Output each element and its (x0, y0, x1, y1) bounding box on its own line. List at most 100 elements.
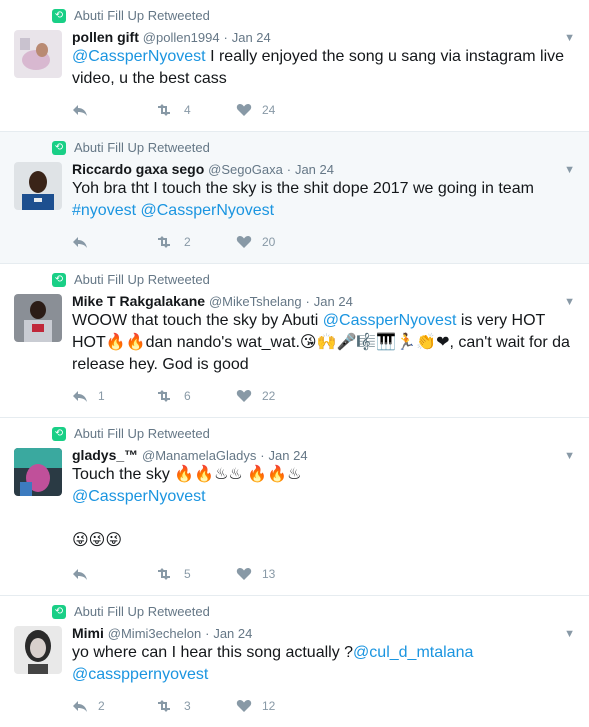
retweet-button[interactable]: 3 (154, 699, 236, 713)
avatar[interactable] (14, 626, 62, 674)
reply-button[interactable] (72, 103, 154, 117)
retweet-count: 2 (184, 235, 191, 249)
tweet-header: Mimi @Mimi3echelon · Jan 24 (72, 625, 559, 641)
tweet-header: pollen gift @pollen1994 · Jan 24 (72, 29, 559, 45)
avatar[interactable] (14, 162, 62, 210)
reply-count: 2 (98, 699, 105, 713)
tweet-text: WOOW that touch the sky by Abuti @Casspe… (72, 310, 577, 376)
like-button[interactable]: 20 (236, 235, 318, 249)
tweet-text-segment: Yoh bra tht I touch the sky is the shit … (72, 180, 534, 197)
tweet-text-segment: 😜😜😜 (72, 532, 123, 549)
tweet-text: Yoh bra tht I touch the sky is the shit … (72, 178, 577, 222)
like-button[interactable]: 22 (236, 389, 318, 403)
mention-link[interactable]: @CassperNyovest (323, 312, 457, 329)
tweet[interactable]: ⟲ Abuti Fill Up Retweeted Riccardo gaxa … (0, 132, 589, 264)
tweet-text: @CassperNyovest I really enjoyed the son… (72, 46, 577, 90)
chevron-down-icon[interactable]: ▼ (564, 450, 575, 462)
reply-icon (73, 391, 87, 402)
tweet[interactable]: ⟲ Abuti Fill Up Retweeted gladys_™ @Mana… (0, 418, 589, 596)
author-handle[interactable]: @MikeTshelang (209, 294, 302, 309)
separator: · (260, 448, 265, 463)
like-count: 20 (262, 235, 276, 249)
author-handle[interactable]: @Mimi3echelon (108, 626, 201, 641)
tweet-date[interactable]: Jan 24 (314, 294, 353, 309)
tweet-actions: 1 6 22 (72, 389, 318, 403)
tweet[interactable]: ⟲ Abuti Fill Up Retweeted Mike T Rakgala… (0, 264, 589, 418)
retweet-button[interactable]: 6 (154, 389, 236, 403)
reply-button[interactable]: 2 (72, 699, 154, 713)
avatar[interactable] (14, 448, 62, 496)
retweet-badge-icon: ⟲ (52, 604, 66, 619)
author-name[interactable]: Mimi (72, 625, 104, 641)
author-handle[interactable]: @pollen1994 (143, 30, 220, 45)
tweet[interactable]: ⟲ Abuti Fill Up Retweeted Mimi @Mimi3ech… (0, 596, 589, 727)
retweet-badge-icon: ⟲ (52, 8, 66, 23)
author-name[interactable]: gladys_™ (72, 447, 138, 463)
reply-button[interactable] (72, 235, 154, 249)
author-name[interactable]: Riccardo gaxa sego (72, 161, 204, 177)
separator: · (223, 30, 228, 45)
retweet-context: ⟲ Abuti Fill Up Retweeted (52, 272, 210, 287)
reply-button[interactable]: 1 (72, 389, 154, 403)
like-count: 13 (262, 567, 276, 581)
tweet-date[interactable]: Jan 24 (232, 30, 271, 45)
reply-icon (73, 237, 87, 248)
author-name[interactable]: pollen gift (72, 29, 139, 45)
avatar[interactable] (14, 30, 62, 78)
retweet-button[interactable]: 4 (154, 103, 236, 117)
retweet-button[interactable]: 2 (154, 235, 236, 249)
tweet-header: gladys_™ @ManamelaGladys · Jan 24 (72, 447, 559, 463)
tweet-text-segment: WOOW that touch the sky by Abuti (72, 312, 323, 329)
avatar[interactable] (14, 294, 62, 342)
tweet-header: Riccardo gaxa sego @SegoGaxa · Jan 24 (72, 161, 559, 177)
retweet-context-label: Abuti Fill Up Retweeted (74, 426, 210, 441)
like-button[interactable]: 12 (236, 699, 318, 713)
mention-link[interactable]: @cassppernyovest (72, 666, 208, 683)
tweet[interactable]: ⟲ Abuti Fill Up Retweeted pollen gift @p… (0, 0, 589, 132)
like-count: 12 (262, 699, 276, 713)
retweet-context: ⟲ Abuti Fill Up Retweeted (52, 140, 210, 155)
author-name[interactable]: Mike T Rakgalakane (72, 293, 205, 309)
heart-icon (236, 389, 252, 402)
retweet-context: ⟲ Abuti Fill Up Retweeted (52, 604, 210, 619)
chevron-down-icon[interactable]: ▼ (564, 32, 575, 44)
like-button[interactable]: 13 (236, 567, 318, 581)
reply-icon (73, 569, 87, 580)
hashtag-link[interactable]: #nyovest (72, 202, 136, 219)
heart-icon (236, 235, 252, 248)
reply-icon (73, 701, 87, 712)
timeline: ⟲ Abuti Fill Up Retweeted pollen gift @p… (0, 0, 589, 727)
mention-link[interactable]: @cul_d_mtalana (353, 644, 473, 661)
tweet-date[interactable]: Jan 24 (269, 448, 308, 463)
mention-link[interactable]: @CassperNyovest (72, 488, 206, 505)
author-handle[interactable]: @SegoGaxa (208, 162, 283, 177)
reply-button[interactable] (72, 567, 154, 581)
mention-link[interactable]: @CassperNyovest (141, 202, 275, 219)
like-count: 24 (262, 103, 276, 117)
retweet-icon (158, 390, 170, 402)
retweet-context: ⟲ Abuti Fill Up Retweeted (52, 8, 210, 23)
retweet-count: 4 (184, 103, 191, 117)
mention-link[interactable]: @CassperNyovest (72, 48, 206, 65)
retweet-context-label: Abuti Fill Up Retweeted (74, 140, 210, 155)
tweet-actions: 2 20 (72, 235, 318, 249)
retweet-context-label: Abuti Fill Up Retweeted (74, 604, 210, 619)
tweet-date[interactable]: Jan 24 (213, 626, 252, 641)
tweet-date[interactable]: Jan 24 (295, 162, 334, 177)
tweet-header: Mike T Rakgalakane @MikeTshelang · Jan 2… (72, 293, 559, 309)
tweet-text-segment: Touch the sky 🔥🔥♨♨ 🔥🔥♨ (72, 466, 302, 483)
chevron-down-icon[interactable]: ▼ (564, 628, 575, 640)
retweet-badge-icon: ⟲ (52, 272, 66, 287)
like-button[interactable]: 24 (236, 103, 318, 117)
author-handle[interactable]: @ManamelaGladys (142, 448, 256, 463)
tweet-text: yo where can I hear this song actually ?… (72, 642, 577, 686)
chevron-down-icon[interactable]: ▼ (564, 164, 575, 176)
retweet-button[interactable]: 5 (154, 567, 236, 581)
tweet-actions: 4 24 (72, 103, 318, 117)
separator: · (205, 626, 210, 641)
retweet-icon (158, 700, 170, 712)
heart-icon (236, 699, 252, 712)
retweet-icon (158, 236, 170, 248)
chevron-down-icon[interactable]: ▼ (564, 296, 575, 308)
tweet-actions: 5 13 (72, 567, 318, 581)
